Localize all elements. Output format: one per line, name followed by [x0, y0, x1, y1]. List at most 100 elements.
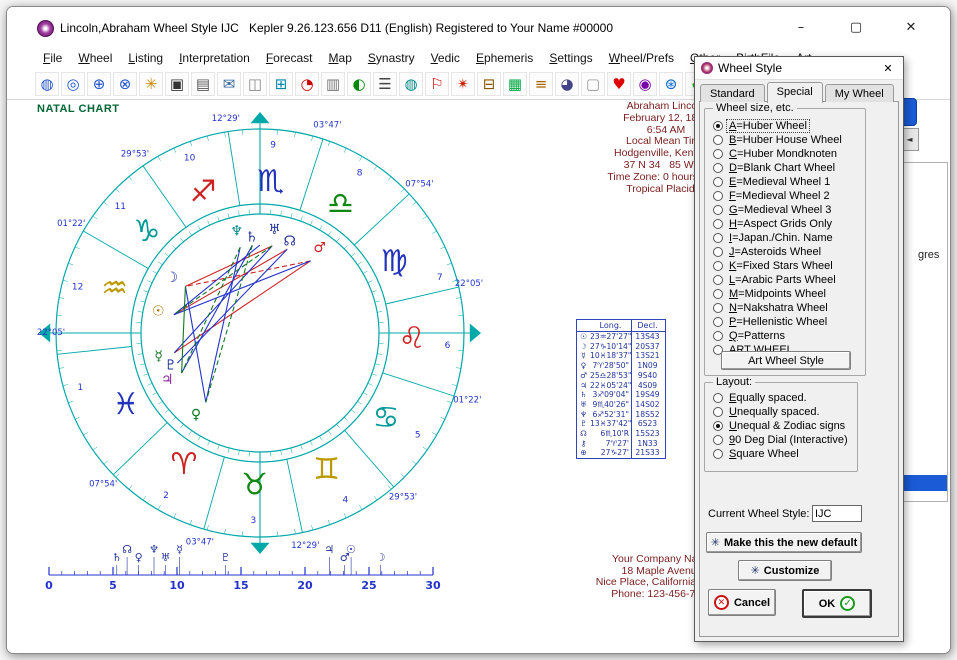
menu-item-file[interactable]: File: [35, 49, 70, 67]
wheel-option-5[interactable]: F=Medieval Wheel 2: [713, 189, 863, 203]
tab-special[interactable]: Special: [767, 82, 823, 103]
menu-item-map[interactable]: Map: [321, 49, 360, 67]
radio-label: E=Medieval Wheel 1: [727, 176, 832, 188]
layout-option-3[interactable]: 90 Deg Dial (Interactive): [713, 433, 855, 447]
dialog-title-bar[interactable]: Wheel Style: [695, 57, 903, 80]
radio-icon: [713, 135, 723, 145]
svg-text:♄: ♄: [112, 551, 122, 564]
wheel-option-3[interactable]: D=Blank Chart Wheel: [713, 161, 863, 175]
radio-label: Q=Patterns: [727, 330, 787, 342]
vedic-star-icon[interactable]: ✴: [451, 72, 475, 96]
layout-option-0[interactable]: Equally spaced.: [713, 391, 855, 405]
customize-button[interactable]: ✳ Customize: [738, 560, 832, 581]
svg-text:2: 2: [163, 491, 169, 501]
menu-item-interpretation[interactable]: Interpretation: [171, 49, 258, 67]
wheel-option-10[interactable]: K=Fixed Stars Wheel: [713, 259, 863, 273]
map-flag-icon[interactable]: ⚐: [425, 72, 449, 96]
half-wheel-icon[interactable]: ◐: [347, 72, 371, 96]
menu-item-listing[interactable]: Listing: [120, 49, 171, 67]
background-selected-row[interactable]: [900, 475, 947, 491]
tab-my-wheel[interactable]: My Wheel: [825, 84, 894, 102]
wheel-option-1[interactable]: B=Huber House Wheel: [713, 133, 863, 147]
svg-text:12: 12: [72, 283, 83, 293]
cancel-button[interactable]: ✕ Cancel: [708, 589, 776, 616]
wheel-option-12[interactable]: M=Midpoints Wheel: [713, 287, 863, 301]
clock-icon[interactable]: ◕: [555, 72, 579, 96]
menu-item-vedic[interactable]: Vedic: [423, 49, 468, 67]
svg-text:7: 7: [437, 273, 443, 283]
layout-option-4[interactable]: Square Wheel: [713, 447, 855, 461]
printer-icon[interactable]: ▤: [191, 72, 215, 96]
blank-page-icon[interactable]: ▢: [581, 72, 605, 96]
tab-standard[interactable]: Standard: [700, 84, 765, 102]
data-grid-icon[interactable]: ▦: [503, 72, 527, 96]
camera-icon[interactable]: ▣: [165, 72, 189, 96]
text-listing-icon[interactable]: ☰: [373, 72, 397, 96]
menu-item-synastry[interactable]: Synastry: [360, 49, 423, 67]
svg-text:01°22': 01°22': [453, 395, 481, 405]
ok-button[interactable]: OK ✓: [802, 589, 872, 618]
svg-text:♆: ♆: [230, 224, 243, 240]
email-icon[interactable]: ✉: [217, 72, 241, 96]
make-default-button[interactable]: ✳ Make this the new default: [706, 532, 862, 553]
wheel-option-13[interactable]: N=Nakshatra Wheel: [713, 301, 863, 315]
close-button[interactable]: ✕: [890, 14, 932, 40]
radio-icon: [713, 163, 723, 173]
background-listbox[interactable]: gres: [899, 162, 948, 502]
layout-option-1[interactable]: Unequally spaced.: [713, 405, 855, 419]
wheel-option-9[interactable]: J=Asteroids Wheel: [713, 245, 863, 259]
listing-icon[interactable]: ▥: [321, 72, 345, 96]
wheel-size-group: Wheel size, etc. A=Huber WheelB=Huber Ho…: [704, 108, 866, 376]
svg-text:☊: ☊: [283, 234, 295, 250]
radio-icon: [713, 121, 723, 131]
wheel-option-11[interactable]: L=Arabic Parts Wheel: [713, 273, 863, 287]
pie-chart-icon[interactable]: ◔: [295, 72, 319, 96]
radio-label: Equally spaced.: [727, 392, 809, 404]
minimize-button[interactable]: –: [780, 14, 822, 40]
dialog-close-button[interactable]: ✕: [873, 57, 903, 79]
radio-icon: [713, 407, 723, 417]
wheel-option-15[interactable]: Q=Patterns: [713, 329, 863, 343]
current-style-label: Current Wheel Style:: [708, 508, 809, 520]
svg-text:☽: ☽: [376, 551, 386, 564]
composite-wheel-icon[interactable]: ◉: [633, 72, 657, 96]
quadwheel-icon[interactable]: ⊗: [113, 72, 137, 96]
table-row: ♃22♓05'24"4S09: [577, 381, 665, 391]
current-style-input[interactable]: [812, 505, 862, 522]
menu-item-wheelprefs[interactable]: Wheel/Prefs: [601, 49, 682, 67]
wheel-option-8[interactable]: I=Japan./Chin. Name: [713, 231, 863, 245]
calculator-icon[interactable]: ⊟: [477, 72, 501, 96]
natal-wheel-icon[interactable]: ◍: [35, 72, 59, 96]
page-setup-icon[interactable]: ◫: [243, 72, 267, 96]
art-wheel-icon[interactable]: ✳: [139, 72, 163, 96]
window-subtitle: Kepler 9.26.123.656 D11 (English) Regist…: [249, 21, 613, 35]
aspect-grid-icon[interactable]: ⊞: [269, 72, 293, 96]
radio-label: D=Blank Chart Wheel: [727, 162, 837, 174]
wheel-option-2[interactable]: C=Huber Mondknoten: [713, 147, 863, 161]
wheel-option-6[interactable]: G=Medieval Wheel 3: [713, 203, 863, 217]
title-bar[interactable]: Lincoln,Abraham Wheel Style IJC Kepler 9…: [7, 7, 950, 47]
layout-option-2[interactable]: Unequal & Zodiac signs: [713, 419, 855, 433]
svg-text:10: 10: [184, 154, 196, 164]
menu-item-wheel[interactable]: Wheel: [70, 49, 120, 67]
svg-text:♅: ♅: [161, 551, 171, 564]
layout-group-label: Layout:: [713, 376, 755, 388]
svg-text:03°47': 03°47': [313, 121, 341, 131]
ephemeris-icon[interactable]: ≡: [529, 72, 553, 96]
pattern-wheel-icon[interactable]: ⊛: [659, 72, 683, 96]
wheel-option-7[interactable]: H=Aspect Grids Only: [713, 217, 863, 231]
art-wheel-style-button[interactable]: Art Wheel Style: [721, 351, 851, 370]
menu-item-ephemeris[interactable]: Ephemeris: [468, 49, 541, 67]
maximize-button[interactable]: ▢: [835, 14, 877, 40]
wheel-option-4[interactable]: E=Medieval Wheel 1: [713, 175, 863, 189]
radio-label: K=Fixed Stars Wheel: [727, 260, 835, 272]
triwheel-icon[interactable]: ⊕: [87, 72, 111, 96]
biwheel-icon[interactable]: ◎: [61, 72, 85, 96]
relationship-heart-icon[interactable]: ♥: [607, 72, 631, 96]
menu-item-forecast[interactable]: Forecast: [258, 49, 321, 67]
svg-text:♅: ♅: [268, 222, 281, 238]
wheel-option-0[interactable]: A=Huber Wheel: [713, 119, 863, 133]
menu-item-settings[interactable]: Settings: [541, 49, 600, 67]
wheel-option-14[interactable]: P=Hellenistic Wheel: [713, 315, 863, 329]
globe-icon[interactable]: ◍: [399, 72, 423, 96]
